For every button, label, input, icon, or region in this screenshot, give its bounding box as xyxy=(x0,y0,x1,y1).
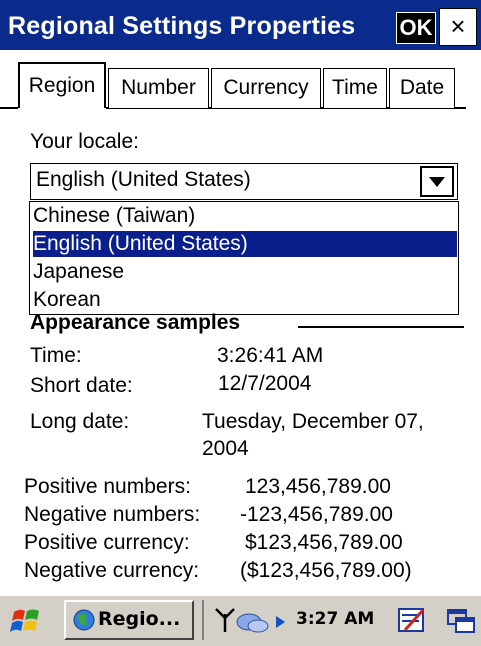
windows-icon[interactable] xyxy=(446,606,476,641)
negative-numbers-label: Negative numbers: xyxy=(24,503,201,526)
group-divider xyxy=(298,326,464,328)
dropdown-button[interactable] xyxy=(420,166,454,197)
app-globe-icon xyxy=(72,606,96,637)
negative-currency-value: ($123,456,789.00) xyxy=(240,559,412,582)
taskbar-clock[interactable]: 3:27 AM xyxy=(296,609,374,629)
window-title: Regional Settings Properties xyxy=(8,12,356,40)
locale-label: Your locale: xyxy=(30,130,139,153)
short-date-value: 12/7/2004 xyxy=(218,372,312,395)
network-icon xyxy=(236,608,270,639)
locale-option[interactable]: Japanese xyxy=(33,259,457,285)
antenna-icon xyxy=(214,606,236,639)
short-date-label: Short date: xyxy=(30,374,133,397)
positive-currency-label: Positive currency: xyxy=(24,531,190,554)
start-flag-icon[interactable] xyxy=(8,604,46,638)
negative-currency-label: Negative currency: xyxy=(24,559,200,582)
locale-option[interactable]: Chinese (Taiwan) xyxy=(33,203,457,229)
tab-strip-line xyxy=(0,107,18,109)
arrow-icon xyxy=(276,615,286,633)
tab-number[interactable]: Number xyxy=(108,68,209,108)
locale-value: English (United States) xyxy=(36,168,251,191)
tab-region[interactable]: Region xyxy=(18,62,106,108)
negative-numbers-value: -123,456,789.00 xyxy=(240,503,393,526)
time-value: 3:26:41 AM xyxy=(217,344,324,367)
tab-date[interactable]: Date xyxy=(389,68,455,108)
close-button[interactable]: × xyxy=(439,8,477,46)
tab-time[interactable]: Time xyxy=(323,68,387,108)
ok-button[interactable]: OK xyxy=(396,12,436,44)
long-date-label: Long date: xyxy=(30,410,130,433)
taskbar-app-label: Regio... xyxy=(98,608,181,630)
locale-option-selected[interactable]: English (United States) xyxy=(33,231,457,257)
long-date-value: Tuesday, December 07, xyxy=(202,410,424,433)
tab-currency[interactable]: Currency xyxy=(211,68,321,108)
locale-option[interactable]: Korean xyxy=(33,287,457,313)
input-panel-icon[interactable] xyxy=(397,606,427,641)
taskbar-separator xyxy=(202,600,204,640)
positive-numbers-value: 123,456,789.00 xyxy=(245,475,391,498)
positive-currency-value: $123,456,789.00 xyxy=(245,531,403,554)
chevron-down-icon xyxy=(429,177,445,187)
positive-numbers-label: Positive numbers: xyxy=(24,475,191,498)
long-date-value-line2: 2004 xyxy=(202,437,249,460)
time-label: Time: xyxy=(30,344,82,367)
appearance-group-title: Appearance samples xyxy=(30,311,241,334)
